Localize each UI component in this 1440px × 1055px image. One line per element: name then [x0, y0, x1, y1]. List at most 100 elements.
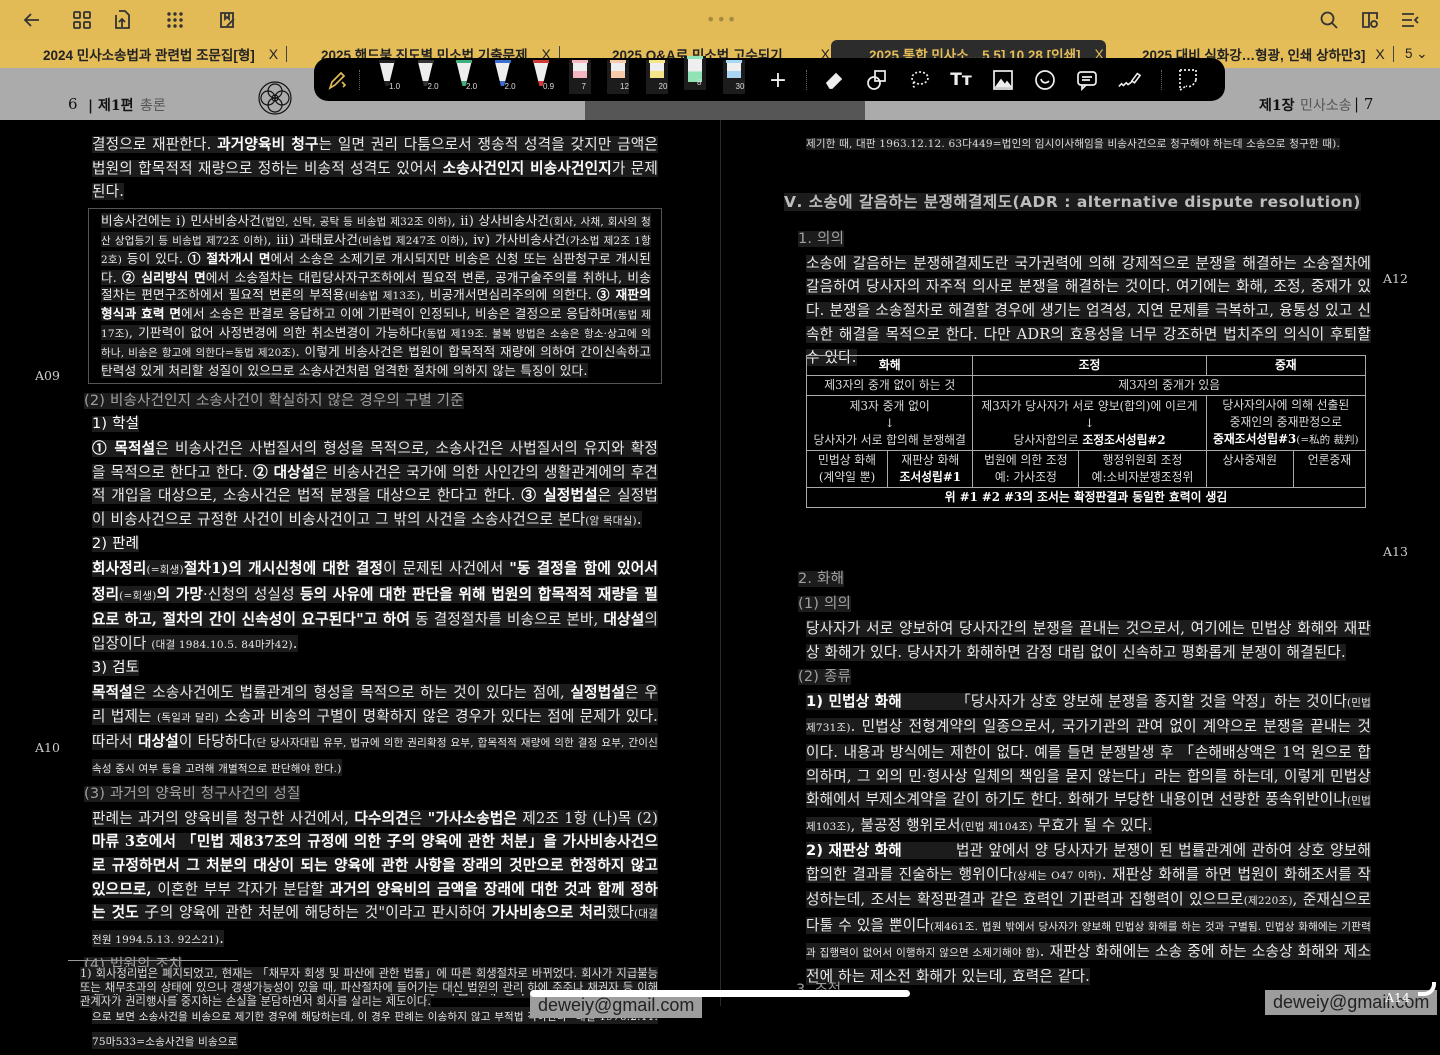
cell-text: (=私的 裁判): [1296, 434, 1359, 446]
highlighter-preset[interactable]: 7: [568, 60, 591, 94]
tab-count-dropdown[interactable]: 5 ⌄: [1405, 40, 1428, 68]
h2-block: 1. 의의: [798, 228, 1371, 252]
text-line: 제기한 때, 대판 1963.12.12. 63다449=법인의 임시이사해임을…: [806, 138, 1341, 150]
cell-line: 중재인의 중재판정으로: [1229, 415, 1342, 429]
highlighter-preset[interactable]: 12: [607, 60, 629, 94]
search-icon[interactable]: [1317, 8, 1341, 32]
table-cell: 제3자의 중개 없이 하는 것: [805, 375, 974, 396]
highlighter-preset[interactable]: 8: [684, 56, 706, 90]
inline-heading: 1) 민법상 화해: [806, 692, 902, 710]
text-tool-icon[interactable]: Tт: [949, 68, 973, 92]
p-block: 판례는 과거의 양육비를 청구한 사건에서, 다수의견은 "가사소송법은 제2조…: [92, 807, 658, 953]
home-indicator[interactable]: [530, 990, 910, 997]
text-line: 1. 의의: [798, 231, 845, 248]
text-run: . 민법상 전형계약의 일종으로서, 국가기관의 관여 없이 계약으로 분쟁을 …: [806, 718, 1371, 809]
text-run: (2) 비송사건인지 소송사건이 확실하지 않은 경우의 구별 기준: [84, 392, 464, 409]
table-row: 제3자의 중개 없이 하는 것 제3자의 중개가 있음: [805, 375, 1366, 396]
add-pen-button[interactable]: +: [766, 68, 790, 93]
table-cell: 민법상 화해 (계약일 뿐): [805, 450, 889, 488]
flower-logo-icon: [257, 80, 293, 116]
sticker-icon[interactable]: [1033, 68, 1057, 92]
text-run: 2. 화해: [798, 570, 845, 587]
text-line: ① 목적설은 비송사건은 사법질서의 형성을 목적으로, 소송사건은 사법질서의…: [92, 439, 658, 528]
more-dots[interactable]: •••: [706, 10, 737, 29]
pen-preset[interactable]: 2.0: [492, 60, 516, 94]
bold-text: ② 대상설: [253, 463, 315, 481]
table-row: 민법상 화해 (계약일 뿐) 재판상 화해 조서성립#1 법원에 의한 조정 예: 가…: [805, 450, 1366, 488]
pen-color-band: [687, 56, 703, 59]
close-tab-icon[interactable]: X: [1375, 46, 1384, 62]
h1-block: Ⅴ. 소송에 갈음하는 분쟁해결제도(ADR : alternative dis…: [784, 191, 1371, 215]
cell-line: 조서성립#1: [899, 470, 961, 484]
lasso-icon[interactable]: [907, 68, 931, 92]
p-block: 회사정리(=회생)절차1)의 개시신청에 대한 결정이 문제된 사건에서 "동 …: [92, 557, 658, 657]
bookmark-edit-icon[interactable]: [216, 8, 240, 32]
highlighter-preset[interactable]: 30: [722, 60, 745, 94]
cell-line: (계약일 뿐): [818, 470, 876, 484]
bold-text: 실정법설: [570, 683, 626, 701]
pen-preset[interactable]: 1.0: [376, 60, 400, 94]
h2-block: (1) 의의: [798, 593, 1371, 617]
laser-pointer-icon[interactable]: [1117, 68, 1141, 92]
page-curl-icon[interactable]: [1176, 68, 1200, 92]
text-run: 동 결정절차를 비송으로 본바,: [410, 611, 604, 629]
pen-preset[interactable]: 2.0: [415, 60, 439, 94]
citation-text: (법인, 신탁, 공탁 등 비송법 제32조 이하): [261, 215, 452, 228]
h2-block: (3) 과거의 양육비 청구사건의 성질: [84, 783, 658, 807]
bold-text: 대상설: [603, 611, 645, 629]
box-block: 비송사건에는 ⅰ) 민사비송사건(법인, 신탁, 공탁 등 비송법 제32조 이…: [88, 207, 662, 384]
apps-grid-icon[interactable]: [163, 8, 187, 32]
pen-size-label: 30: [735, 82, 745, 91]
table-footer: 위 #1 #2 #3의 조서는 확정판결과 동일한 효력이 생김: [806, 487, 1366, 508]
shapes-icon[interactable]: [865, 68, 889, 92]
pen-color-band: [725, 60, 742, 63]
text-run: , 기판력이 없어 사정변경에 의한 취소변경이 가능하다: [128, 324, 423, 340]
pen-color-band: [571, 60, 588, 63]
eraser-icon[interactable]: [822, 68, 846, 92]
image-icon[interactable]: [991, 68, 1015, 92]
citation-text: (암 목대실): [585, 514, 637, 527]
pen-size-label: 8: [697, 78, 702, 87]
text-run: 에서 소송은 판결로 응답하고 이에 기판력이 인정되나, 비송은 결정으로 응…: [181, 305, 614, 321]
pen-preset[interactable]: 2.0: [453, 60, 477, 94]
text-line: 2) 판례: [92, 536, 140, 553]
pen-size-label: 2.0: [504, 82, 516, 91]
text-run: 은 소송사건에도 법률관계의 형성을 목적으로 하는 것이 있다는 점에,: [132, 683, 571, 701]
export-icon[interactable]: [110, 8, 134, 32]
comment-icon[interactable]: [1075, 68, 1099, 92]
bold-text: ① 목적설: [92, 439, 156, 457]
citation-text: (독일과 달리): [157, 711, 219, 724]
part-number: 제1편: [97, 98, 134, 114]
pencil-bluetooth-icon[interactable]: [326, 68, 350, 92]
text-run: Ⅴ. 소송에 갈음하는 분쟁해결제도(ADR : alternative dis…: [784, 192, 1361, 211]
text-run: 1) 학설: [92, 416, 140, 433]
close-tab-icon[interactable]: X: [269, 46, 278, 62]
cell-line: 제3자가 당사자가 서로 양보(합의)에 이르게: [981, 398, 1198, 413]
thumbnail-grid-icon[interactable]: [70, 8, 94, 32]
text-run: .: [636, 510, 642, 528]
h3-block: 2) 판례: [92, 533, 658, 557]
bold-text: ① 절차개시 면: [187, 250, 271, 266]
cell-line: 당사자가 서로 합의해 분쟁해결: [813, 432, 966, 447]
book-settings-icon[interactable]: [1358, 8, 1382, 32]
pen-color-band: [379, 60, 395, 63]
back-arrow-icon[interactable]: [20, 8, 44, 32]
text-line: 1) 학설: [92, 416, 140, 433]
p-block: 당사자가 서로 양보하여 당사자간의 분쟁을 끝내는 것으로서, 여기에는 민법…: [806, 617, 1371, 664]
table-cell: 언론중재: [1293, 450, 1366, 488]
text-run: ·신청의 성실성: [203, 585, 300, 603]
top-bar: •••: [0, 0, 1440, 40]
citation-text: (비송법 제247조 이하): [357, 234, 465, 247]
pen-color-band: [648, 60, 665, 63]
tab-civil-procedure-statutes[interactable]: 2024 민사소송법과 관련법 조문집[형] X: [43, 40, 288, 68]
bold-text: 대상설: [138, 733, 179, 751]
pen-preset[interactable]: 0.9: [530, 60, 554, 94]
outline-menu-icon[interactable]: [1398, 8, 1422, 32]
pen-color-band: [417, 60, 434, 63]
pen-size-label: 20: [658, 82, 668, 91]
tab-divider: [1392, 46, 1394, 62]
citation-text: (제220조): [1243, 895, 1293, 908]
highlighter-preset[interactable]: 20: [645, 60, 668, 94]
text-run: 제기한 때, 대판 1963.12.12. 63다449=법인의 임시이사해임을…: [806, 138, 1341, 150]
table-cell: 상사중재원: [1205, 450, 1295, 488]
